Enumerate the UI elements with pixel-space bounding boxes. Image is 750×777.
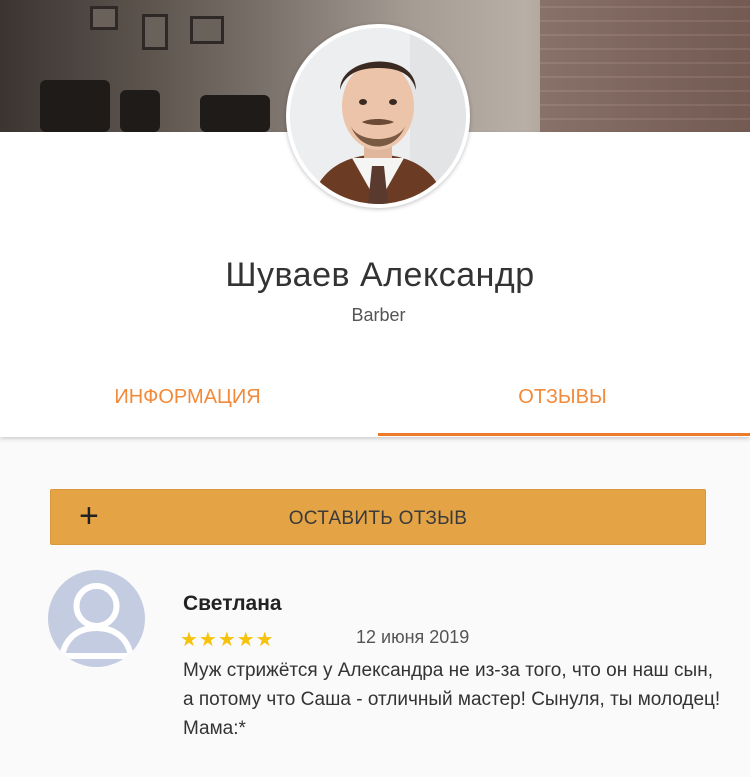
profile-avatar	[286, 24, 470, 208]
add-review-label: ОСТАВИТЬ ОТЗЫВ	[288, 508, 468, 529]
review-date: 12 июня 2019	[356, 627, 470, 647]
reviewer-name: Светлана	[183, 592, 282, 615]
person-photo-icon	[290, 28, 466, 204]
add-review-button[interactable]: + ОСТАВИТЬ ОТЗЫВ	[50, 489, 706, 545]
cover-frame-decor	[142, 14, 168, 50]
review-text: Муж стрижётся у Александра не из-за того…	[183, 660, 721, 739]
reviewer-avatar	[48, 570, 145, 667]
cover-chair-decor	[120, 90, 160, 132]
cover-chair-decor	[40, 80, 110, 132]
tab-information[interactable]: ИНФОРМАЦИЯ	[0, 386, 375, 409]
active-tab-indicator	[378, 433, 750, 436]
cover-brick-wall	[540, 0, 750, 132]
profile-name: Шуваев Александр	[225, 256, 535, 294]
cover-chair-decor	[200, 95, 270, 132]
cover-frame-decor	[190, 16, 224, 44]
profile-role: Barber	[351, 305, 406, 325]
user-placeholder-icon	[58, 583, 135, 659]
profile-photo	[290, 28, 466, 204]
cover-frame-decor	[90, 6, 118, 30]
tab-reviews[interactable]: ОТЗЫВЫ	[375, 386, 750, 409]
rating-stars: ★★★★★	[180, 629, 275, 651]
